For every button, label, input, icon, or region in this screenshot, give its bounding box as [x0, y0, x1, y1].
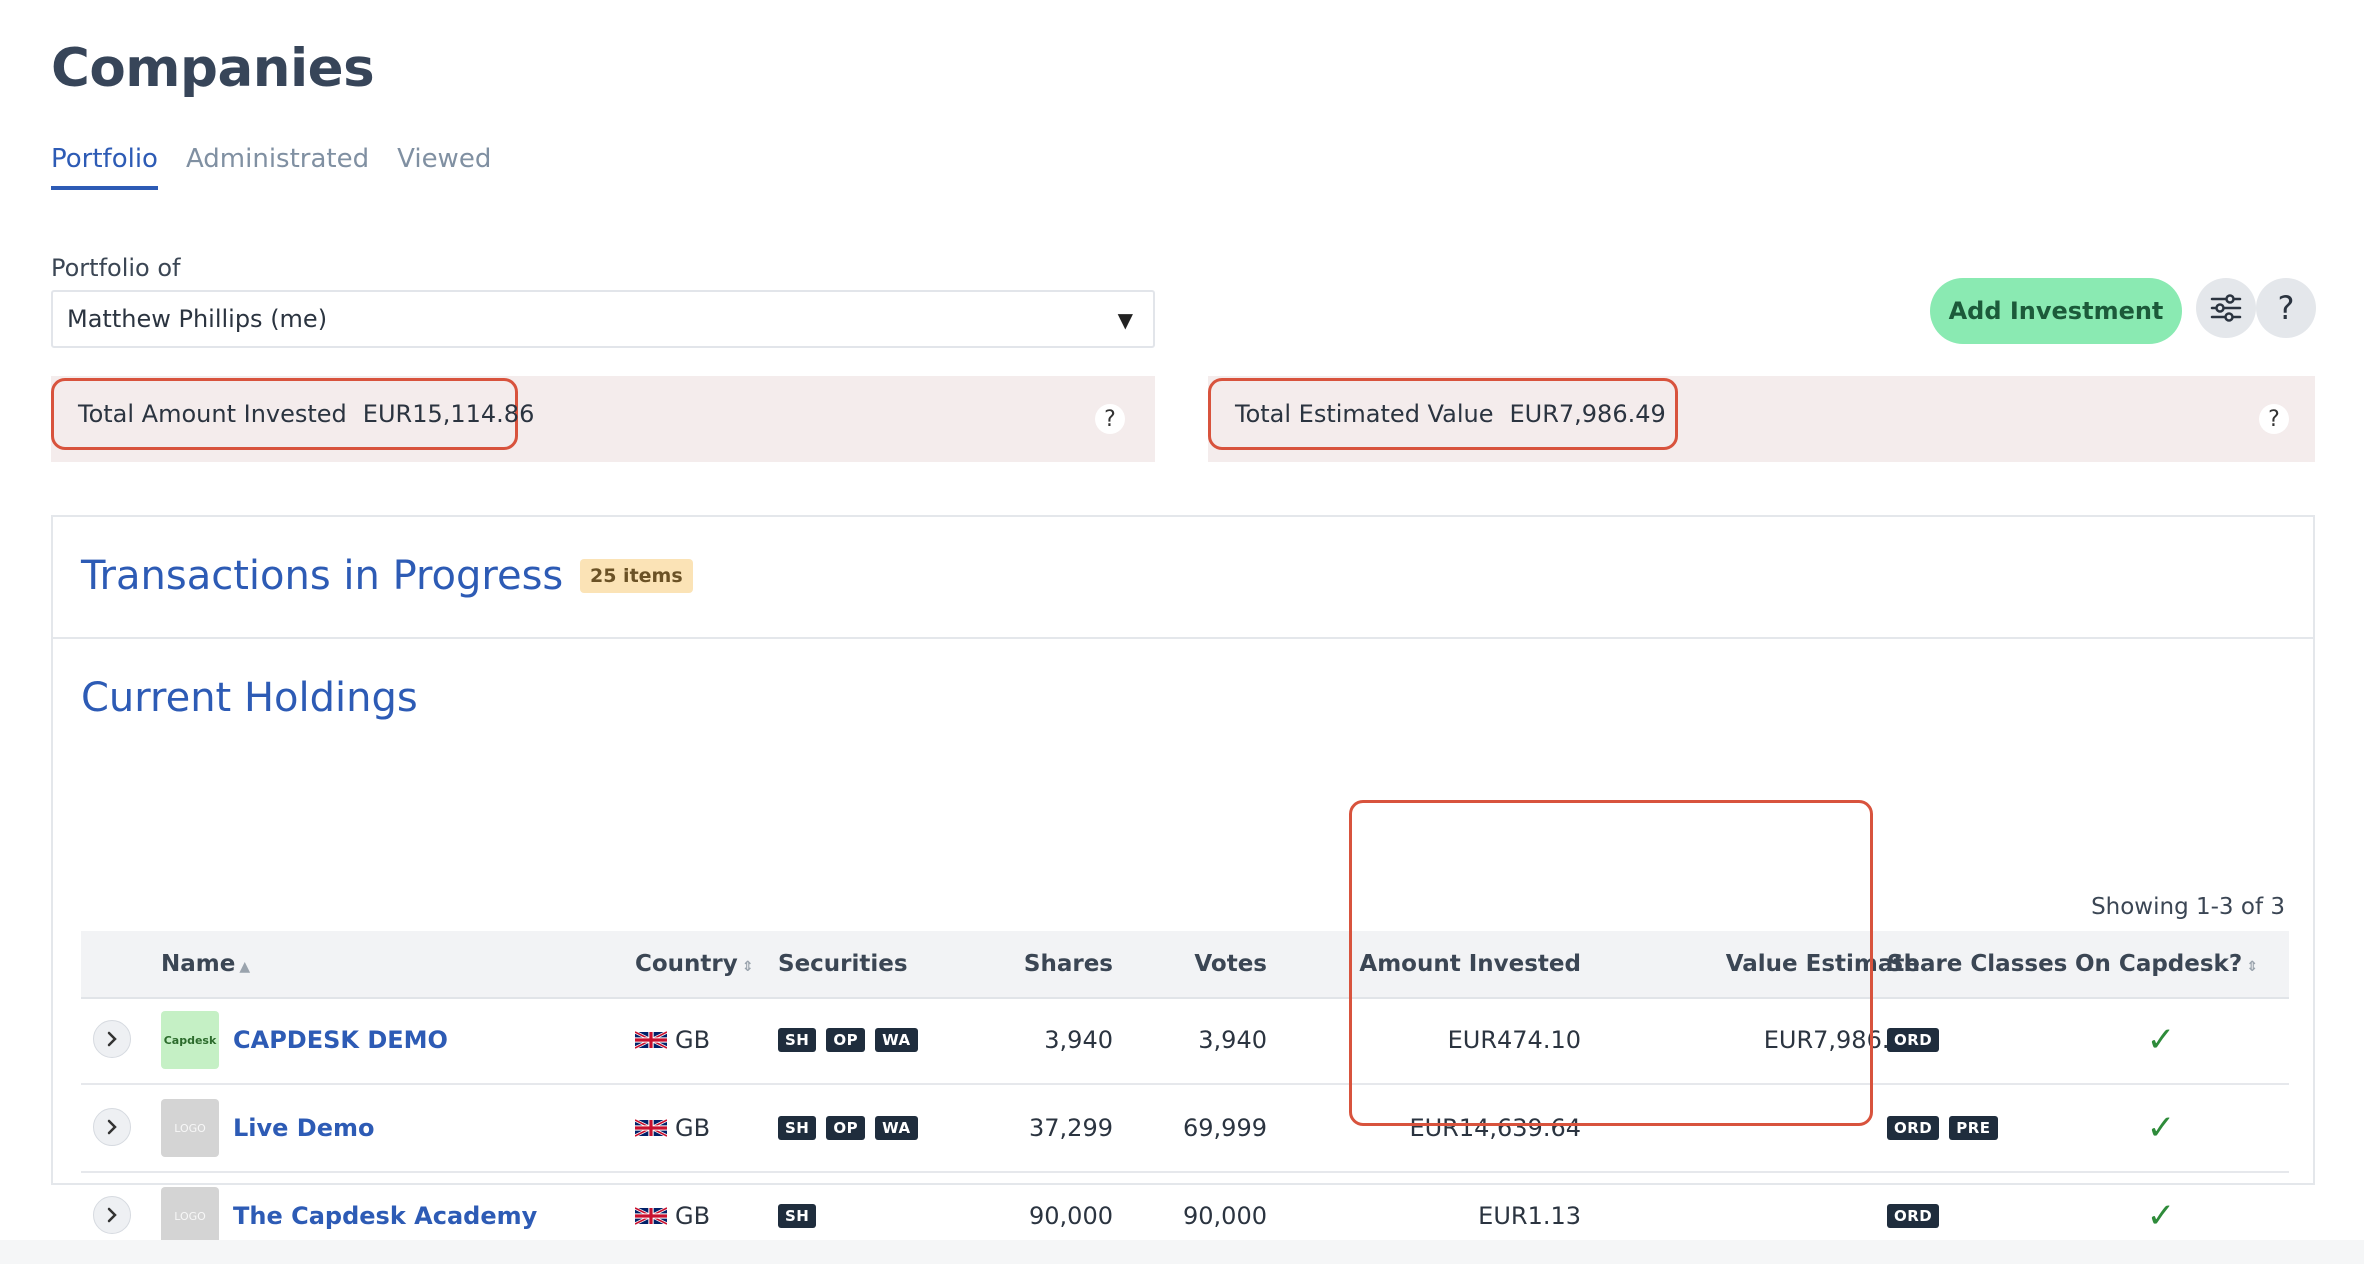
company-logo: LOGO	[161, 1187, 219, 1245]
table-header: Name ▲ Country ⇕ Securities Shares Votes A…	[81, 931, 2289, 999]
column-header-value-estimate: Value Estimate	[1725, 951, 1920, 977]
amount-invested-cell: EUR14,639.64	[1409, 1114, 1581, 1142]
expand-row-button[interactable]	[93, 1020, 131, 1058]
filter-settings-button[interactable]	[2196, 278, 2256, 338]
company-name-link[interactable]: CAPDESK DEMO	[233, 997, 448, 1083]
share-class-badge: ORD	[1887, 1116, 1940, 1140]
checkmark-icon: ✓	[2146, 1020, 2176, 1060]
portfolio-owner-value: Matthew Phillips (me)	[67, 305, 328, 333]
total-estimated-label: Total Estimated Value	[1235, 400, 1494, 428]
tab-portfolio[interactable]: Portfolio	[51, 144, 158, 190]
share-classes-cell: ORD PRE	[1887, 1085, 2008, 1171]
question-icon: ?	[2277, 289, 2295, 327]
pagination-summary: Showing 1-3 of 3	[2091, 894, 2285, 920]
total-invested-value: EUR15,114.86	[362, 400, 535, 428]
uk-flag-icon	[635, 1030, 667, 1050]
share-classes-cell: ORD	[1887, 997, 1949, 1083]
page-footer-band	[0, 1240, 2364, 1264]
security-badge: WA	[875, 1116, 918, 1140]
total-invested-label: Total Amount Invested	[78, 400, 347, 428]
page-title: Companies	[51, 38, 375, 99]
share-class-badge: PRE	[1949, 1116, 1998, 1140]
portfolio-of-label: Portfolio of	[51, 254, 181, 282]
security-badge: WA	[875, 1028, 918, 1052]
help-button[interactable]: ?	[2256, 278, 2316, 338]
security-badge: OP	[826, 1028, 866, 1052]
column-header-on-capdesk[interactable]: On Capdesk? ⇕	[2075, 951, 2258, 977]
chevron-right-icon	[107, 1207, 117, 1223]
shares-cell: 3,940	[1044, 1026, 1113, 1054]
shares-cell: 37,299	[1029, 1114, 1113, 1142]
tab-bar: Portfolio Administrated Viewed	[51, 144, 491, 190]
portfolio-owner-select[interactable]: Matthew Phillips (me) ▼	[51, 290, 1155, 348]
transactions-card[interactable]: Transactions in Progress 25 items	[51, 515, 2315, 639]
transactions-title[interactable]: Transactions in Progress	[81, 553, 563, 599]
column-header-country[interactable]: Country ⇕	[635, 951, 754, 977]
column-header-share-classes: Share Classes	[1887, 951, 2068, 977]
total-invested-box: Total Amount Invested EUR15,114.86	[51, 378, 534, 450]
securities-cell: SH OP WA	[778, 1085, 928, 1171]
sort-icon: ⇕	[2246, 959, 2258, 975]
value-estimate-cell: -	[1641, 1085, 1920, 1171]
company-name-link[interactable]: Live Demo	[233, 1085, 375, 1171]
chevron-right-icon	[107, 1031, 117, 1047]
caret-down-icon: ▼	[1117, 308, 1133, 332]
tab-viewed[interactable]: Viewed	[397, 144, 491, 190]
checkmark-icon: ✓	[2146, 1108, 2176, 1148]
invested-help-icon[interactable]: ?	[1095, 404, 1125, 434]
security-badge: SH	[778, 1028, 817, 1052]
expand-row-button[interactable]	[93, 1196, 131, 1234]
company-logo: LOGO	[161, 1099, 219, 1157]
country-cell: GB	[635, 1085, 710, 1171]
chevron-right-icon	[107, 1119, 117, 1135]
security-badge: OP	[826, 1116, 866, 1140]
total-invested-panel: Total Amount Invested EUR15,114.86 ?	[51, 376, 1155, 462]
share-class-badge: ORD	[1887, 1204, 1940, 1228]
security-badge: SH	[778, 1204, 817, 1228]
add-investment-button[interactable]: Add Investment	[1930, 278, 2182, 344]
share-class-badge: ORD	[1887, 1028, 1940, 1052]
column-header-securities: Securities	[778, 951, 908, 977]
estimated-help-icon[interactable]: ?	[2259, 404, 2289, 434]
votes-cell: 3,940	[1198, 1026, 1267, 1054]
securities-cell: SH OP WA	[778, 997, 928, 1083]
holdings-title: Current Holdings	[81, 675, 418, 721]
company-logo: Capdesk	[161, 1011, 219, 1069]
value-estimate-cell: EUR7,986.49	[1763, 1026, 1920, 1054]
expand-row-button[interactable]	[93, 1108, 131, 1146]
column-header-shares: Shares	[1023, 951, 1113, 977]
holdings-card: Current Holdings Showing 1-3 of 3 Name ▲ …	[51, 637, 2315, 1261]
column-header-votes: Votes	[1194, 951, 1267, 977]
uk-flag-icon	[635, 1206, 667, 1226]
table-row: LOGO Live Demo GB SH OP WA 37,299 69,999…	[81, 1085, 2289, 1173]
country-cell: GB	[635, 997, 710, 1083]
column-header-name[interactable]: Name ▲	[161, 951, 250, 977]
column-header-amount-invested: Amount Invested	[1359, 951, 1581, 977]
table-row: Capdesk CAPDESK DEMO GB SH OP WA 3,940 3…	[81, 997, 2289, 1085]
amount-invested-cell: EUR474.10	[1447, 1026, 1581, 1054]
total-estimated-panel: Total Estimated Value EUR7,986.49 ?	[1208, 376, 2315, 462]
sort-asc-icon: ▲	[239, 959, 251, 975]
sort-icon: ⇕	[741, 959, 754, 975]
votes-cell: 69,999	[1183, 1114, 1267, 1142]
uk-flag-icon	[635, 1118, 667, 1138]
total-estimated-value: EUR7,986.49	[1509, 400, 1666, 428]
security-badge: SH	[778, 1116, 817, 1140]
sliders-icon	[2210, 294, 2242, 322]
tab-administrated[interactable]: Administrated	[186, 144, 369, 190]
total-estimated-box: Total Estimated Value EUR7,986.49	[1208, 378, 1678, 450]
transactions-count-badge: 25 items	[580, 559, 693, 593]
